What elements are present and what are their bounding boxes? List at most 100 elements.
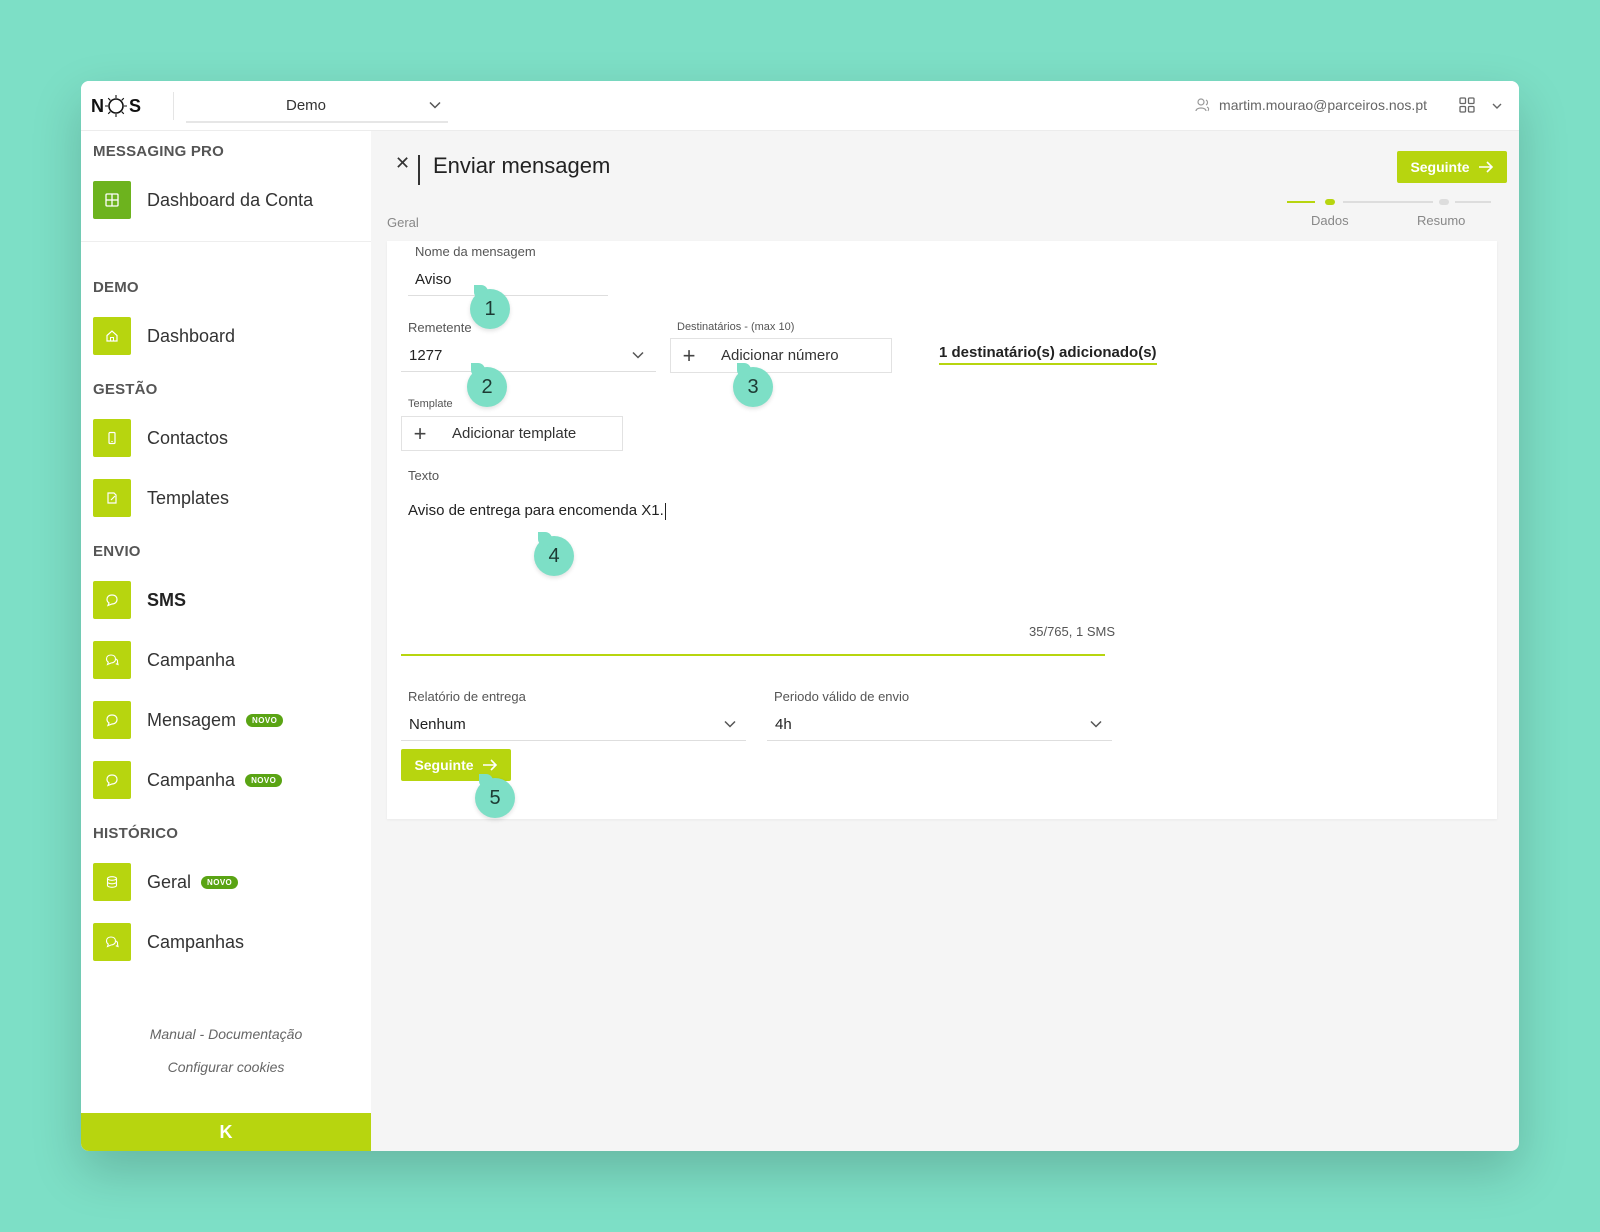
next-button-top[interactable]: Seguinte: [1397, 151, 1507, 183]
chat-icon: [93, 701, 131, 739]
title-divider: [418, 155, 420, 185]
sun-ring-icon: [105, 95, 127, 117]
chevron-down-icon[interactable]: [631, 348, 645, 362]
sidebar-divider: [81, 241, 371, 242]
sidebar-item-sms[interactable]: SMS: [93, 581, 186, 619]
chevron-down-icon[interactable]: [723, 717, 737, 731]
section-demo: DEMO: [93, 279, 139, 296]
sidebar-item-label: Dashboard: [147, 325, 236, 346]
collapse-icon: K: [219, 1121, 233, 1142]
sidebar: MESSAGING PRO Dashboard da Conta DEMO Da…: [81, 131, 371, 1151]
chat-icon: [93, 581, 131, 619]
sidebar-item-label: Mensagem: [147, 709, 237, 730]
section-envio: ENVIO: [93, 543, 141, 560]
annotation-bubble-3: 3: [733, 367, 773, 407]
sidebar-item-dashboard[interactable]: Dashboard: [93, 317, 235, 355]
home-icon: [93, 317, 131, 355]
edit-icon: [93, 479, 131, 517]
sidebar-item-label: Contactos: [147, 427, 229, 448]
text-caret: [664, 502, 666, 520]
sender-underline: [401, 371, 656, 372]
step-dados[interactable]: Dados: [1311, 213, 1349, 228]
new-badge: NOVO: [245, 773, 283, 787]
sidebar-item-templates[interactable]: Templates: [93, 479, 229, 517]
app-window: N S Demo martim.mourao@parceiros.nos.pt …: [81, 81, 1519, 1151]
cookies-link[interactable]: Configurar cookies: [81, 1059, 371, 1075]
main-content: ✕ Enviar mensagem Seguinte Dados Resumo …: [371, 131, 1519, 1151]
add-template-button[interactable]: + Adicionar template: [401, 416, 623, 451]
sidebar-item-geral[interactable]: Geral NOVO: [93, 863, 239, 901]
close-icon[interactable]: ✕: [395, 153, 410, 174]
sidebar-item-label: Campanha: [147, 649, 236, 670]
report-underline: [401, 740, 746, 741]
annotation-bubble-1: 1: [470, 289, 510, 329]
step-progress: Dados Resumo: [1287, 199, 1497, 239]
template-label: Template: [408, 398, 453, 410]
sidebar-item-mensagem[interactable]: Mensagem NOVO: [93, 701, 284, 739]
name-underline: [408, 295, 608, 296]
user-account[interactable]: martim.mourao@parceiros.nos.pt: [1195, 97, 1427, 113]
database-icon: [93, 863, 131, 901]
chevron-down-icon[interactable]: [1491, 100, 1503, 112]
sidebar-item-label: SMS: [147, 589, 187, 610]
add-number-button[interactable]: + Adicionar número: [670, 338, 892, 373]
step-line: [1287, 201, 1315, 203]
annotation-bubble-2: 2: [467, 367, 507, 407]
chat-multi-icon: [93, 641, 131, 679]
recipients-added-link[interactable]: 1 destinatário(s) adicionado(s): [939, 344, 1157, 365]
sidebar-item-label: Campanhas: [147, 931, 245, 952]
period-label: Periodo válido de envio: [774, 689, 910, 704]
report-label: Relatório de entrega: [408, 689, 526, 704]
step-line: [1343, 201, 1433, 203]
text-label: Texto: [408, 468, 440, 483]
message-textarea[interactable]: Aviso de entrega para encomenda X1.: [408, 502, 666, 520]
plus-icon: +: [682, 342, 696, 368]
user-email: martim.mourao@parceiros.nos.pt: [1219, 97, 1427, 113]
section-historico: HISTÓRICO: [93, 825, 179, 842]
collapse-sidebar-button[interactable]: K: [81, 1113, 371, 1151]
user-icon: [1195, 98, 1210, 112]
sidebar-item-label: Dashboard da Conta: [147, 189, 314, 210]
section-gestao: GESTÃO: [93, 381, 158, 398]
sender-label: Remetente: [408, 320, 472, 335]
phone-icon: [93, 419, 131, 457]
manual-link[interactable]: Manual - Documentação: [81, 1026, 371, 1042]
chevron-down-icon[interactable]: [1089, 717, 1103, 731]
sidebar-item-label: Templates: [147, 487, 230, 508]
apps-grid-icon[interactable]: [1459, 97, 1475, 113]
name-field[interactable]: Aviso: [415, 271, 451, 288]
plus-icon: +: [413, 420, 427, 446]
grid-icon: [93, 181, 131, 219]
sidebar-item-dashboard-da-conta[interactable]: Dashboard da Conta: [93, 181, 313, 219]
sidebar-item-campanha[interactable]: Campanha: [93, 641, 235, 679]
chat-multi-icon: [93, 923, 131, 961]
arrow-right-icon: [1478, 161, 1493, 173]
text-underline: [401, 654, 1105, 656]
step-resumo[interactable]: Resumo: [1417, 213, 1465, 228]
sender-select[interactable]: 1277: [409, 347, 442, 364]
nos-logo[interactable]: N S: [91, 93, 141, 119]
section-messaging-pro: MESSAGING PRO: [93, 143, 224, 160]
period-select[interactable]: 4h: [775, 716, 792, 733]
arrow-right-icon: [482, 759, 497, 771]
page-title: Enviar mensagem: [433, 153, 611, 178]
step-line: [1455, 201, 1491, 203]
step-dot: [1439, 199, 1449, 205]
top-bar: N S Demo martim.mourao@parceiros.nos.pt: [81, 81, 1519, 131]
new-badge: NOVO: [246, 713, 284, 727]
name-label: Nome da mensagem: [415, 244, 536, 259]
next-button[interactable]: Seguinte: [401, 749, 511, 781]
sidebar-item-label: Geral: [147, 871, 192, 892]
sidebar-item-campanha-novo[interactable]: Campanha NOVO: [93, 761, 283, 799]
sidebar-item-campanhas[interactable]: Campanhas: [93, 923, 244, 961]
workspace-select[interactable]: Demo: [186, 89, 448, 123]
report-select[interactable]: Nenhum: [409, 716, 466, 733]
new-badge: NOVO: [201, 875, 239, 889]
chevron-down-icon: [429, 101, 441, 109]
sidebar-item-contactos[interactable]: Contactos: [93, 419, 228, 457]
chat-icon: [93, 761, 131, 799]
period-underline: [767, 740, 1112, 741]
message-form-card: Nome da mensagem Aviso Remetente 1277 De…: [387, 241, 1497, 819]
annotation-bubble-5: 5: [475, 778, 515, 818]
workspace-value: Demo: [286, 96, 327, 114]
